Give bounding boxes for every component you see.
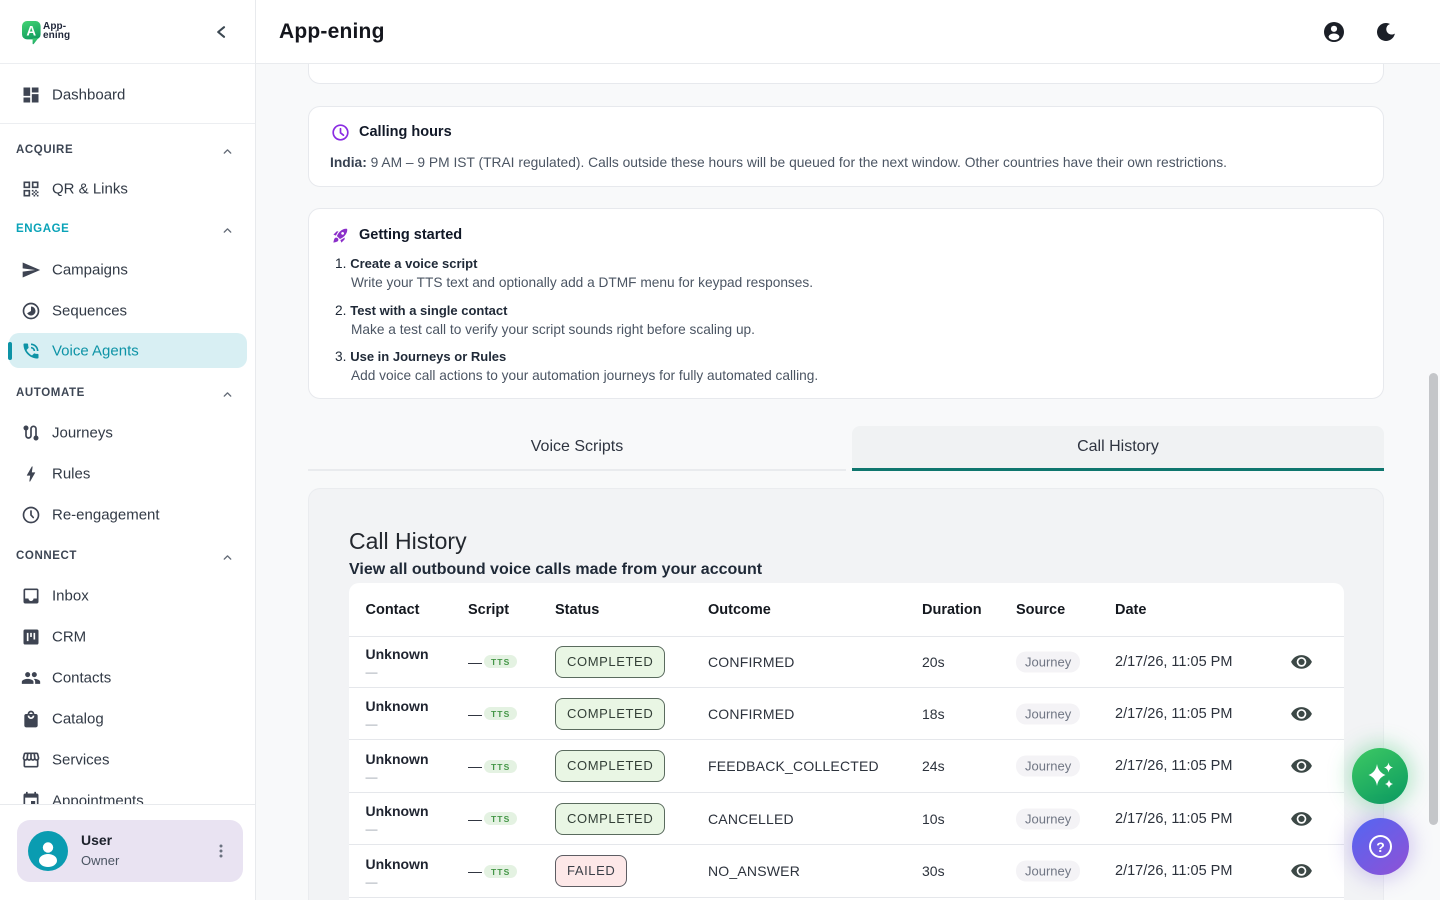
svg-text:A: A — [26, 23, 36, 38]
svg-text:?: ? — [1376, 839, 1385, 855]
